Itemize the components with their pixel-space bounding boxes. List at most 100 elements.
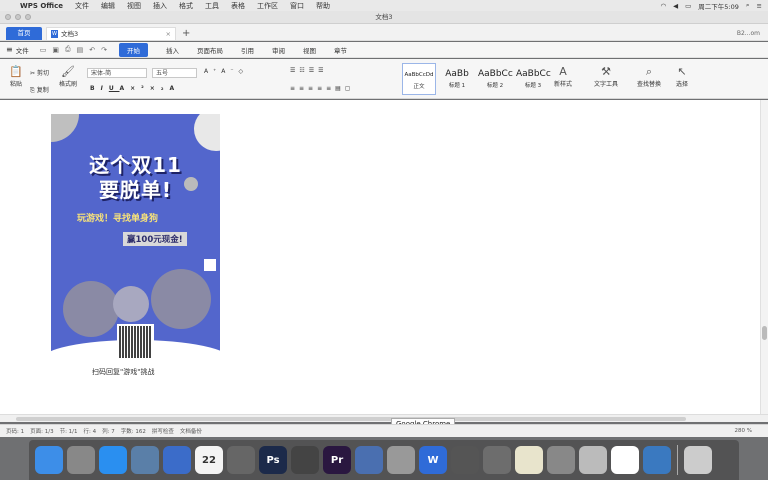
chrome-icon[interactable] xyxy=(387,446,415,474)
menu-workspace[interactable]: 工作区 xyxy=(251,1,284,11)
style-sample: AaBbCcDd xyxy=(404,72,434,78)
tab-review[interactable]: 审阅 xyxy=(272,45,285,55)
window-title: 文档3 xyxy=(375,13,393,21)
list-buttons[interactable]: ☰☷☰☰ xyxy=(290,67,328,74)
status-pages: 页面: 1/3 xyxy=(30,429,54,435)
menu-app-name[interactable]: WPS Office xyxy=(14,2,69,10)
find-replace-button[interactable]: ⌕ 查找替换 xyxy=(632,65,666,88)
tab-view[interactable]: 视图 xyxy=(303,45,316,55)
launchpad-icon[interactable] xyxy=(67,446,95,474)
backup-button[interactable]: 文档备份 xyxy=(180,427,202,435)
text-tools-button[interactable]: ⚒ 文字工具 xyxy=(590,65,622,88)
image-capture-icon[interactable] xyxy=(131,446,159,474)
font-name-select[interactable]: 宋体-简 xyxy=(87,68,147,78)
qq-icon[interactable] xyxy=(451,446,479,474)
list-icon[interactable]: ≡ xyxy=(757,2,762,10)
app-store-icon[interactable] xyxy=(99,446,127,474)
tab-document[interactable]: W 文档3 × xyxy=(46,27,176,40)
close-tab-icon[interactable]: × xyxy=(166,28,171,40)
status-words[interactable]: 字数: 162 xyxy=(121,427,146,435)
tab-start[interactable]: 开始 xyxy=(118,42,148,57)
menu-file[interactable]: 文件 xyxy=(69,1,95,11)
menu-table[interactable]: 表格 xyxy=(225,1,251,11)
notes-icon[interactable] xyxy=(515,446,543,474)
select-button[interactable]: ↖ 选择 xyxy=(670,65,694,88)
menu-format[interactable]: 格式 xyxy=(173,1,199,11)
vertical-scroll-thumb[interactable] xyxy=(762,326,767,340)
style-heading-3[interactable]: AaBbCc 标题 3 xyxy=(516,63,551,95)
spell-check-button[interactable]: 拼写检查 xyxy=(152,427,174,435)
font-size-adjust[interactable]: A⁺A⁻◇ xyxy=(204,68,248,75)
zoom-level[interactable]: 280 % xyxy=(735,428,752,434)
format-painter-button[interactable]: 🖌 格式刷 xyxy=(56,65,80,88)
style-heading-2[interactable]: AaBbCc 标题 2 xyxy=(478,63,513,95)
volume-icon[interactable]: ◀ xyxy=(673,2,678,10)
menu-view[interactable]: 视图 xyxy=(121,1,147,11)
cut-button[interactable]: ✂ 剪切 xyxy=(30,68,49,77)
style-label: 标题 1 xyxy=(448,83,466,89)
text-tools-icon: ⚒ xyxy=(601,65,611,78)
keynote-icon[interactable] xyxy=(355,446,383,474)
tab-insert[interactable]: 插入 xyxy=(166,45,179,55)
horizontal-scroll-thumb[interactable] xyxy=(16,417,686,421)
select-label: 选择 xyxy=(675,81,688,88)
zoom-button[interactable] xyxy=(25,14,31,20)
wechat-icon[interactable] xyxy=(483,446,511,474)
compressor-icon[interactable] xyxy=(291,446,319,474)
vmware-icon[interactable] xyxy=(227,446,255,474)
menu-help[interactable]: 帮助 xyxy=(310,1,336,11)
xcode-icon[interactable] xyxy=(163,446,191,474)
paste-button[interactable]: 📋 粘贴 xyxy=(4,65,28,88)
file-menu[interactable]: 文件 xyxy=(16,45,29,55)
save-icon[interactable]: ▣ xyxy=(52,46,59,54)
doc-icon[interactable] xyxy=(579,446,607,474)
align-buttons[interactable]: ≡≡≡≡≡▤▢ xyxy=(290,85,354,92)
minimize-button[interactable] xyxy=(15,14,21,20)
print-preview-icon[interactable]: ▤ xyxy=(77,46,84,54)
new-style-button[interactable]: A 新样式 xyxy=(548,65,578,88)
tab-page-layout[interactable]: 页面布局 xyxy=(197,45,223,55)
network-icon[interactable] xyxy=(643,446,671,474)
premiere-icon[interactable]: Pr xyxy=(323,446,351,474)
hamburger-icon[interactable]: ≡ xyxy=(6,45,13,54)
text-tools-label: 文字工具 xyxy=(593,81,618,88)
menubar-clock[interactable]: 周二下午5:09 xyxy=(698,1,739,11)
menu-insert[interactable]: 插入 xyxy=(147,1,173,11)
poster-image[interactable]: 这个双11 要脱单! 玩游戏！寻找单身狗 赢100元现金! xyxy=(51,114,220,366)
calendar-icon[interactable]: 22 xyxy=(195,446,223,474)
style-normal[interactable]: AaBbCcDd 正文 xyxy=(402,63,436,95)
ribbon-tabs: ≡ 文件 ▭ ▣ ⎙ ▤ ↶ ↷ 开始 插入 页面布局 引用 审阅 视图 章节 xyxy=(0,42,768,58)
font-style-buttons[interactable]: BIUA×²×₂A xyxy=(90,85,180,92)
wps-icon[interactable]: W xyxy=(419,446,447,474)
copy-label: 复制 xyxy=(36,87,49,94)
close-button[interactable] xyxy=(5,14,11,20)
new-style-label: 新样式 xyxy=(553,81,572,88)
style-heading-1[interactable]: AaBb 标题 1 xyxy=(440,63,474,95)
new-tab-button[interactable]: + xyxy=(182,27,190,40)
redo-icon[interactable]: ↷ xyxy=(101,46,107,54)
search-icon[interactable]: ⌕ xyxy=(746,1,750,10)
tab-references[interactable]: 引用 xyxy=(241,45,254,55)
menu-window[interactable]: 窗口 xyxy=(284,1,310,11)
photoshop-icon[interactable]: Ps xyxy=(259,446,287,474)
user-account[interactable]: B2...om xyxy=(737,27,760,40)
wifi-icon[interactable]: ◠ xyxy=(660,2,666,10)
font-size-select[interactable]: 五号 xyxy=(152,68,197,78)
menu-tools[interactable]: 工具 xyxy=(199,1,225,11)
undo-icon[interactable]: ↶ xyxy=(89,46,95,54)
trash-icon[interactable] xyxy=(684,446,712,474)
finder-icon[interactable] xyxy=(35,446,63,474)
vertical-scrollbar[interactable] xyxy=(760,100,768,414)
print-icon[interactable]: ⎙ xyxy=(65,45,71,54)
copy-button[interactable]: ⎘ 复制 xyxy=(30,85,49,95)
preview-icon[interactable] xyxy=(547,446,575,474)
open-icon[interactable]: ▭ xyxy=(40,46,47,54)
battery-icon[interactable]: ▭ xyxy=(685,2,691,10)
horizontal-scrollbar[interactable] xyxy=(0,414,768,422)
poster-subtitle: 玩游戏！寻找单身狗 xyxy=(77,214,159,224)
poster-headline-2: 要脱单! xyxy=(98,178,173,202)
menu-edit[interactable]: 编辑 xyxy=(95,1,121,11)
tab-chapter[interactable]: 章节 xyxy=(334,45,347,55)
baidu-netdisk-icon[interactable] xyxy=(611,446,639,474)
tab-home[interactable]: 首页 xyxy=(6,27,42,40)
